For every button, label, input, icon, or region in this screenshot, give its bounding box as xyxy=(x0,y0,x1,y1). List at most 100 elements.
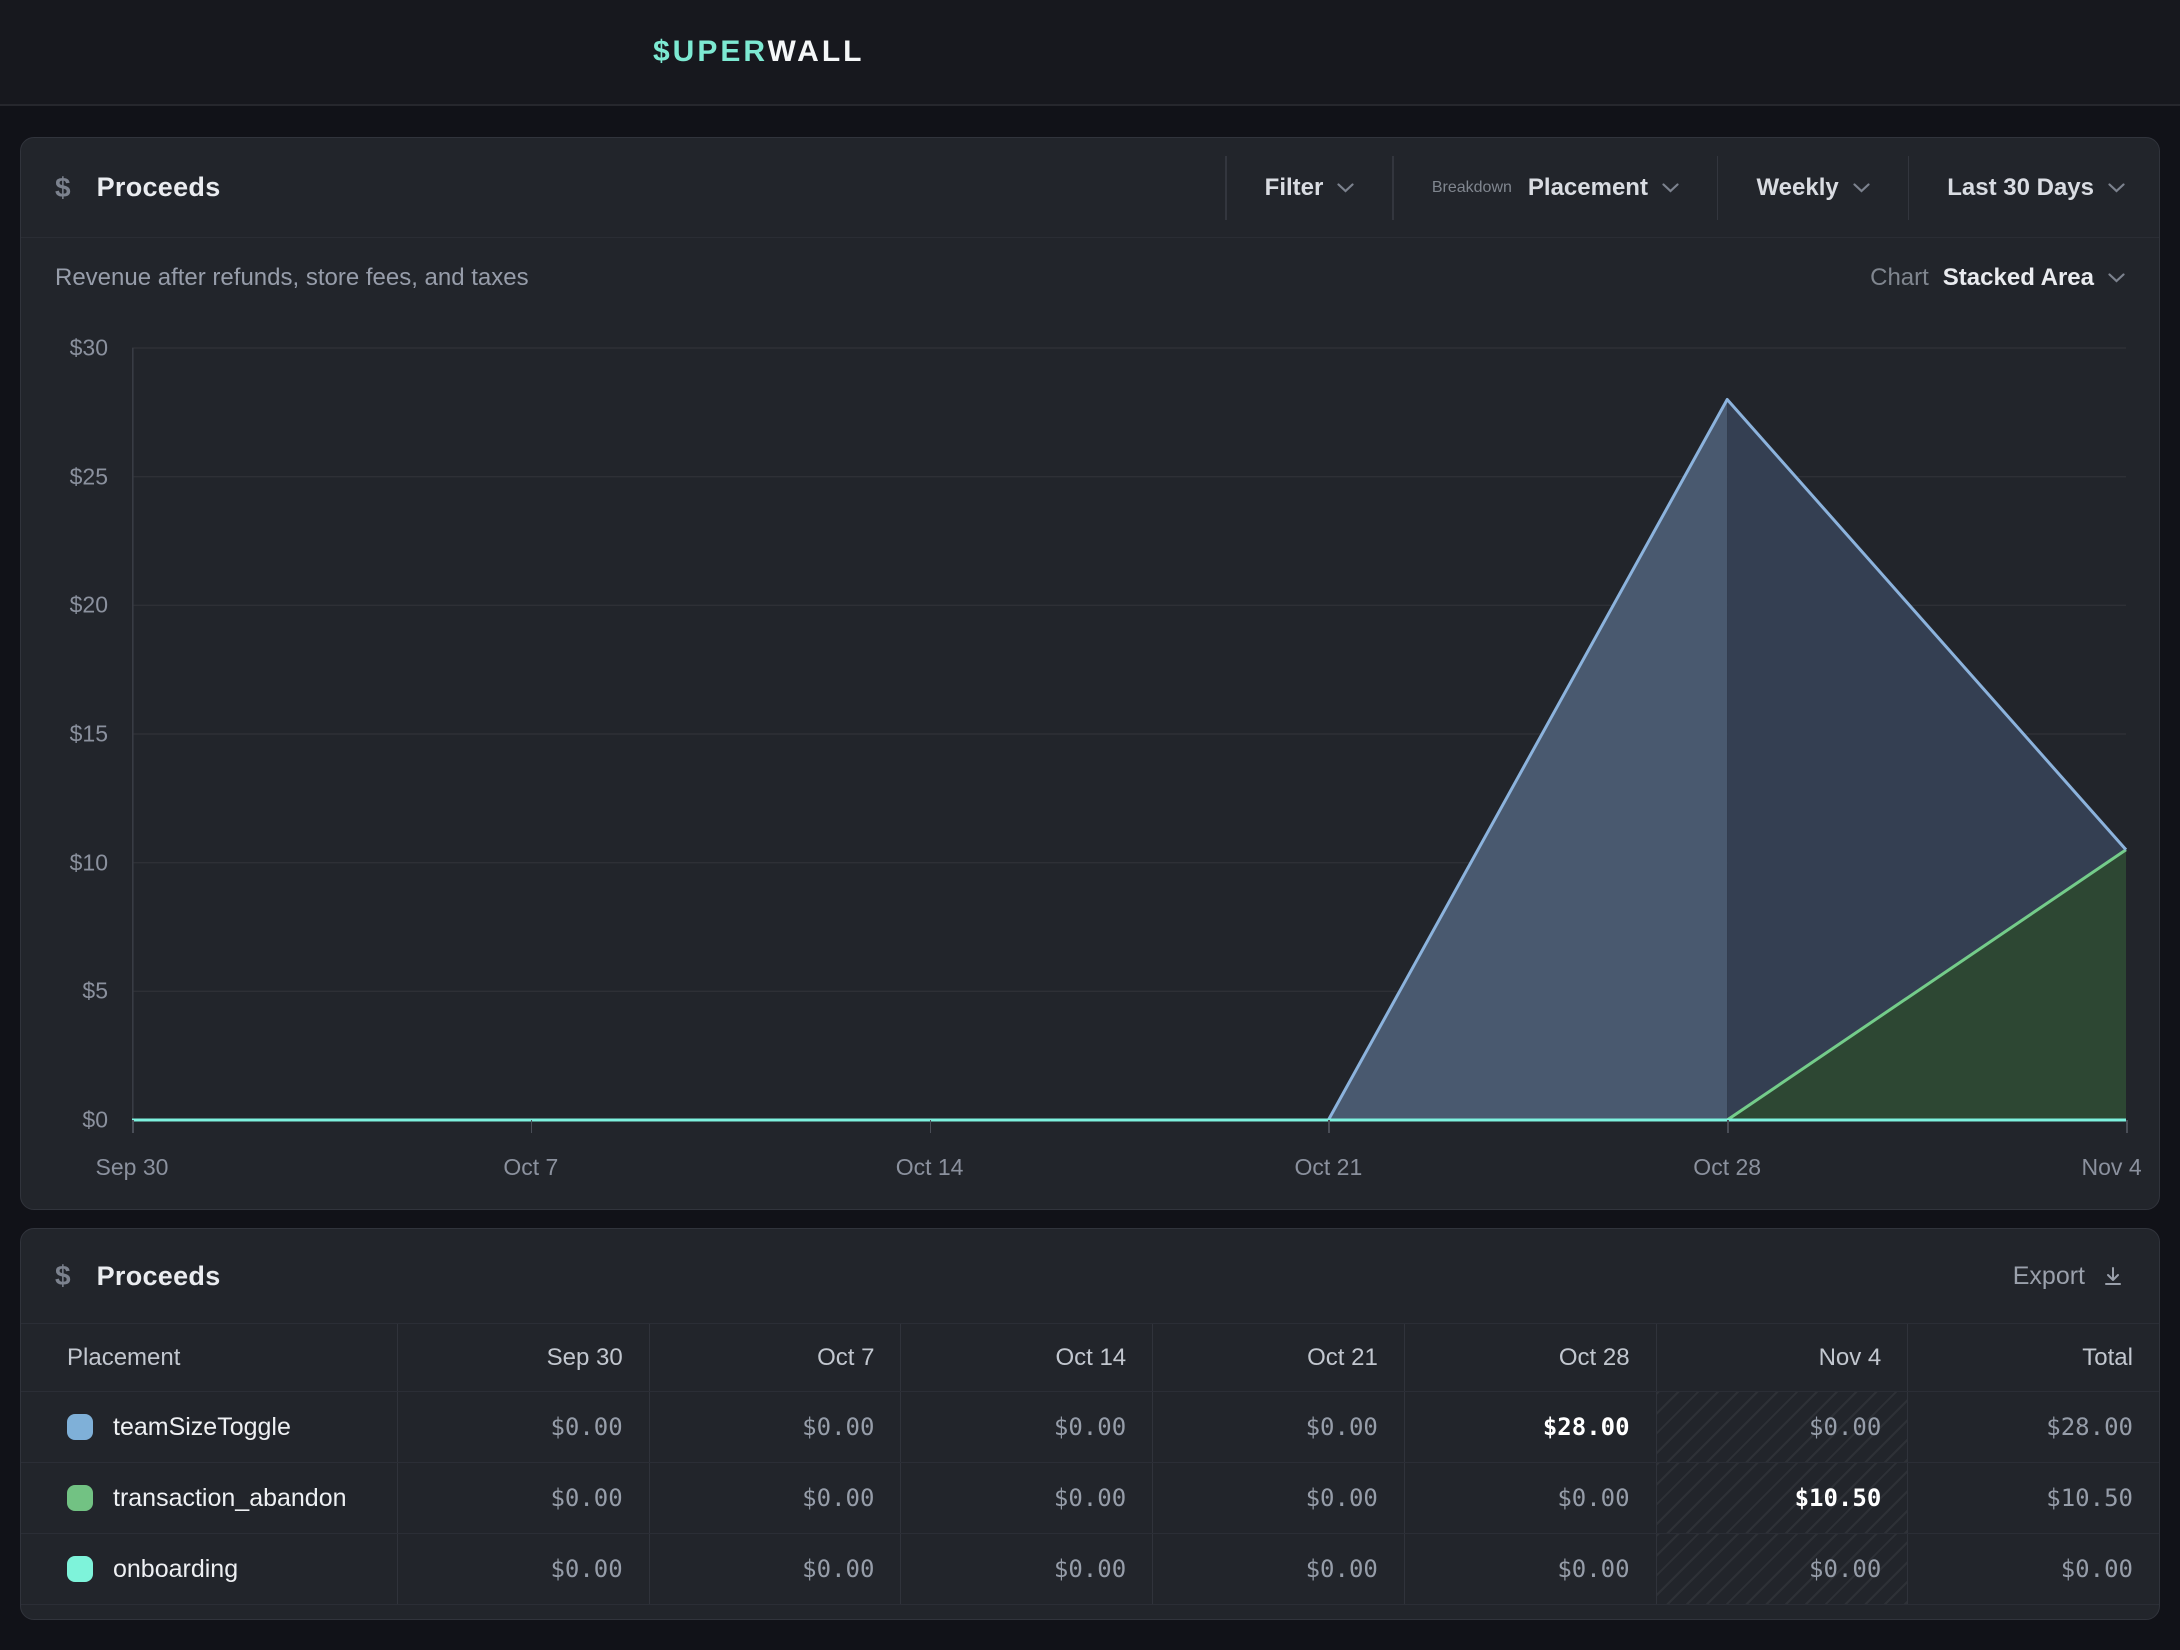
table-card-header: $ Proceeds Export xyxy=(21,1229,2159,1323)
y-axis-label: $25 xyxy=(70,463,108,490)
value-cell: $0.00 xyxy=(397,1392,649,1462)
table-row: teamSizeToggle $0.00 $0.00 $0.00 $0.00 $28.00… xyxy=(21,1391,2159,1462)
value-text: $0.00 xyxy=(802,1484,874,1512)
x-axis-tick xyxy=(1727,1120,1729,1133)
x-axis-tick xyxy=(531,1120,533,1133)
value-cell: $0.00 xyxy=(1152,1534,1404,1604)
table-header-row: PlacementSep 30Oct 7Oct 14Oct 21Oct 28No… xyxy=(21,1323,2159,1391)
table-header-cell: Oct 14 xyxy=(900,1324,1152,1391)
chevron-down-icon xyxy=(2108,273,2125,283)
y-axis-label: $30 xyxy=(70,335,108,362)
value-text: $0.00 xyxy=(802,1413,874,1441)
interval-value: Weekly xyxy=(1756,174,1838,202)
value-cell: $28.00 xyxy=(1404,1392,1656,1462)
chart-type-value: Stacked Area xyxy=(1943,264,2094,292)
table-header-cell: Oct 28 xyxy=(1404,1324,1656,1391)
value-text: $0.00 xyxy=(1809,1555,1881,1583)
logo-rest: WALL xyxy=(768,35,865,68)
value-text: $0.00 xyxy=(1306,1413,1378,1441)
x-axis-tick xyxy=(1328,1120,1330,1133)
value-text: $0.00 xyxy=(2061,1555,2133,1583)
table-header-cell: Nov 4 xyxy=(1656,1324,1908,1391)
value-text: $0.00 xyxy=(1557,1555,1629,1583)
value-cell: $10.50 xyxy=(1907,1463,2159,1533)
series-color-swatch xyxy=(67,1414,93,1440)
breakdown-value: Placement xyxy=(1528,174,1648,202)
value-text: $0.00 xyxy=(1054,1413,1126,1441)
value-text: $0.00 xyxy=(550,1484,622,1512)
value-text: $0.00 xyxy=(1054,1484,1126,1512)
value-cell: $28.00 xyxy=(1907,1392,2159,1462)
proceeds-chart-card: $ Proceeds Filter Breakdown Placement We… xyxy=(20,137,2160,1210)
chart-card-title: Proceeds xyxy=(97,172,221,203)
y-axis-label: $20 xyxy=(70,592,108,619)
value-text: $28.00 xyxy=(2046,1413,2133,1441)
value-cell: $0.00 xyxy=(1152,1463,1404,1533)
value-cell: $0.00 xyxy=(397,1534,649,1604)
table-card-title: Proceeds xyxy=(97,1261,221,1292)
value-cell: $0.00 xyxy=(1404,1463,1656,1533)
x-axis-label: Nov 4 xyxy=(2082,1154,2142,1181)
x-axis-tick xyxy=(930,1120,932,1133)
series-color-swatch xyxy=(67,1485,93,1511)
value-cell: $0.00 xyxy=(649,1392,901,1462)
superwall-logo: $UPERWALL xyxy=(653,35,864,69)
table-header-cell: Total xyxy=(1907,1324,2159,1391)
value-text: $28.00 xyxy=(1543,1413,1630,1441)
placement-cell: teamSizeToggle xyxy=(21,1392,397,1462)
series-color-swatch xyxy=(67,1556,93,1582)
y-axis-label: $15 xyxy=(70,721,108,748)
stacked-area-chart[interactable]: $30$25$20$15$10$5$0Sep 30Oct 7Oct 14Oct … xyxy=(132,348,2126,1120)
proceeds-table: PlacementSep 30Oct 7Oct 14Oct 21Oct 28No… xyxy=(21,1323,2159,1605)
chart-subtitle: Revenue after refunds, store fees, and t… xyxy=(55,264,529,292)
date-range-value: Last 30 Days xyxy=(1947,174,2094,202)
placement-label: onboarding xyxy=(113,1555,238,1584)
x-axis-label: Oct 7 xyxy=(503,1154,558,1181)
value-cell: $0.00 xyxy=(900,1463,1152,1533)
table-header-cell: Sep 30 xyxy=(397,1324,649,1391)
logo-accent: $UPER xyxy=(653,35,768,68)
x-axis-label: Sep 30 xyxy=(96,1154,169,1181)
x-axis-tick xyxy=(132,1120,134,1133)
y-axis-label: $10 xyxy=(70,849,108,876)
value-cell: $0.00 xyxy=(1152,1392,1404,1462)
app-header: $UPERWALL xyxy=(0,0,2180,106)
value-text: $0.00 xyxy=(1306,1555,1378,1583)
value-cell: $0.00 xyxy=(397,1463,649,1533)
chevron-down-icon xyxy=(1662,183,1679,193)
value-text: $0.00 xyxy=(550,1413,622,1441)
value-cell: $0.00 xyxy=(1907,1534,2159,1604)
placement-label: teamSizeToggle xyxy=(113,1413,291,1442)
placement-cell: transaction_abandon xyxy=(21,1463,397,1533)
x-axis-label: Oct 28 xyxy=(1693,1154,1761,1181)
value-text: $0.00 xyxy=(1809,1413,1881,1441)
filter-button[interactable]: Filter xyxy=(1227,138,1393,237)
x-axis-tick xyxy=(2126,1120,2128,1133)
value-text: $0.00 xyxy=(1054,1555,1126,1583)
table-header-cell: Oct 7 xyxy=(649,1324,901,1391)
placement-cell: onboarding xyxy=(21,1534,397,1604)
table-row: onboarding $0.00 $0.00 $0.00 $0.00 $0.00 $0.00… xyxy=(21,1533,2159,1605)
breakdown-select[interactable]: Placement xyxy=(1528,138,1679,237)
interval-select[interactable]: Weekly xyxy=(1718,138,1907,237)
value-text: $10.50 xyxy=(1795,1484,1882,1512)
y-axis-label: $5 xyxy=(82,978,108,1005)
chevron-down-icon xyxy=(1337,183,1354,193)
placement-label: transaction_abandon xyxy=(113,1484,347,1513)
chart-toolbar: Filter Breakdown Placement Weekly Last 3… xyxy=(1225,138,2125,237)
table-header-cell: Placement xyxy=(21,1324,397,1391)
chart-card-header: $ Proceeds Filter Breakdown Placement We… xyxy=(21,138,2159,238)
date-range-select[interactable]: Last 30 Days xyxy=(1909,138,2125,237)
value-cell: $0.00 xyxy=(900,1534,1152,1604)
chart-type-label: Chart xyxy=(1870,264,1929,292)
value-text: $0.00 xyxy=(1306,1484,1378,1512)
value-text: $0.00 xyxy=(802,1555,874,1583)
value-cell: $10.50 xyxy=(1656,1463,1908,1533)
value-cell: $0.00 xyxy=(1656,1534,1908,1604)
download-icon xyxy=(2101,1264,2125,1288)
value-text: $10.50 xyxy=(2046,1484,2133,1512)
chart-type-select[interactable]: Chart Stacked Area xyxy=(1870,264,2125,292)
export-button[interactable]: Export xyxy=(2013,1262,2125,1291)
x-axis-label: Oct 21 xyxy=(1295,1154,1363,1181)
table-row: transaction_abandon $0.00 $0.00 $0.00 $0.00 $… xyxy=(21,1462,2159,1533)
